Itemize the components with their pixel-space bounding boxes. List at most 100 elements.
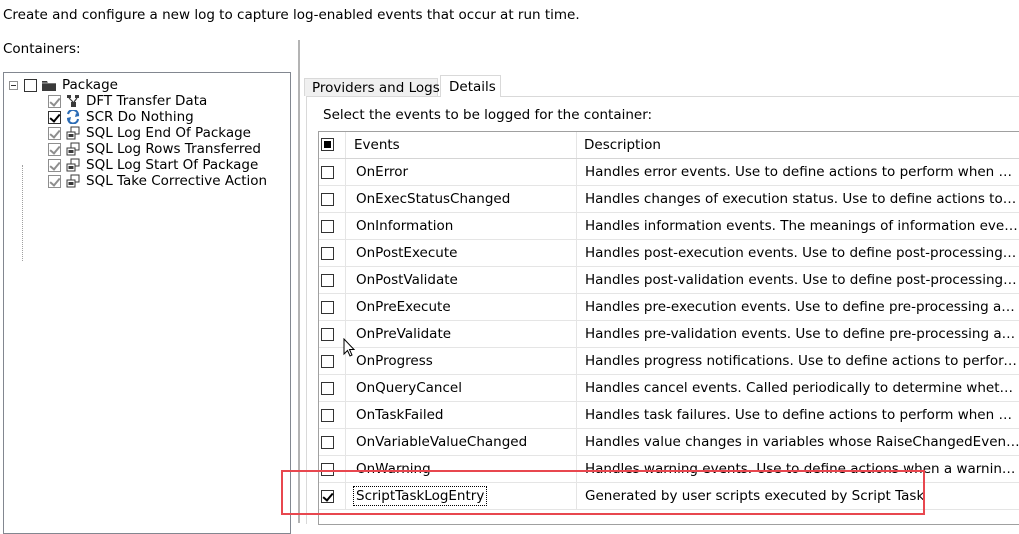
tree-node-label: SQL Log Start Of Package	[86, 157, 259, 173]
table-row[interactable]: OnPostExecute Handles post-execution even…	[319, 240, 1019, 267]
event-name-cell[interactable]: OnTaskFailed	[346, 402, 577, 428]
description-column-header[interactable]: Description	[577, 132, 1019, 158]
event-checkbox[interactable]	[321, 409, 334, 422]
event-name: OnError	[356, 164, 409, 180]
tree-node-label: SQL Log Rows Transferred	[86, 141, 261, 157]
panel-splitter[interactable]	[298, 40, 300, 523]
sql-task-icon	[66, 126, 80, 140]
tab-details[interactable]: Details	[440, 75, 501, 97]
event-name: OnProgress	[356, 353, 433, 369]
event-name-cell[interactable]: OnQueryCancel	[346, 375, 577, 401]
event-checkbox[interactable]	[321, 382, 334, 395]
row-checkbox-cell[interactable]	[319, 429, 346, 455]
event-name-cell[interactable]: OnPostValidate	[346, 267, 577, 293]
row-checkbox-cell[interactable]	[319, 240, 346, 266]
table-row[interactable]: OnVariableValueChanged Handles value chan…	[319, 429, 1019, 456]
table-row[interactable]: OnInformation Handles information events.…	[319, 213, 1019, 240]
row-checkbox-cell[interactable]	[319, 267, 346, 293]
table-row[interactable]: OnError Handles error events. Use to defi…	[319, 159, 1019, 186]
tree-connector-line	[22, 165, 23, 261]
event-description-cell[interactable]: Handles information events. The meanings…	[577, 213, 1019, 239]
tree-checkbox[interactable]	[48, 174, 61, 188]
event-checkbox[interactable]	[321, 193, 334, 206]
select-all-header[interactable]	[319, 132, 346, 158]
row-checkbox-cell[interactable]	[319, 402, 346, 428]
event-description-cell[interactable]: Handles task failures. Use to define act…	[577, 402, 1019, 428]
event-name-cell[interactable]: OnPreValidate	[346, 321, 577, 347]
grid-header: Events Description	[319, 132, 1019, 159]
tree-checkbox[interactable]	[48, 110, 61, 124]
event-checkbox[interactable]	[321, 328, 334, 341]
row-checkbox-cell[interactable]	[319, 348, 346, 374]
table-row[interactable]: OnPostValidate Handles post-validation ev…	[319, 267, 1019, 294]
row-checkbox-cell[interactable]	[319, 213, 346, 239]
sql-task-icon	[66, 158, 80, 172]
event-name-cell[interactable]: OnInformation	[346, 213, 577, 239]
event-description-cell[interactable]: Handles post-validation events. Use to d…	[577, 267, 1019, 293]
table-row[interactable]: OnPreValidate Handles pre-validation even…	[319, 321, 1019, 348]
event-name-cell[interactable]: OnProgress	[346, 348, 577, 374]
row-checkbox-cell[interactable]	[319, 375, 346, 401]
event-checkbox[interactable]	[321, 436, 334, 449]
row-checkbox-cell[interactable]	[319, 159, 346, 185]
event-name: OnPostExecute	[356, 245, 458, 261]
event-name-cell[interactable]: OnExecStatusChanged	[346, 186, 577, 212]
tree-checkbox[interactable]	[48, 126, 61, 140]
package-icon	[42, 81, 56, 91]
event-description-cell[interactable]: Handles post-execution events. Use to de…	[577, 240, 1019, 266]
tree-node[interactable]: SQL Take Corrective Action	[48, 173, 267, 189]
events-grid[interactable]: Events Description OnError Handles error …	[318, 131, 1019, 525]
row-checkbox-cell[interactable]	[319, 294, 346, 320]
table-row[interactable]: OnProgress Handles progress notifications…	[319, 348, 1019, 375]
event-name-cell[interactable]: OnPostExecute	[346, 240, 577, 266]
event-description-cell[interactable]: Handles changes of execution status. Use…	[577, 186, 1019, 212]
sql-task-icon	[66, 174, 80, 188]
event-description-cell[interactable]: Handles pre-validation events. Use to de…	[577, 321, 1019, 347]
events-column-header[interactable]: Events	[346, 132, 577, 158]
table-row[interactable]: OnTaskFailed Handles task failures. Use t…	[319, 402, 1019, 429]
event-name: OnVariableValueChanged	[356, 434, 528, 450]
tree-node[interactable]: DFT Transfer Data	[48, 93, 207, 109]
row-checkbox-cell[interactable]	[319, 321, 346, 347]
event-name: OnInformation	[356, 218, 454, 234]
containers-label: Containers:	[3, 41, 81, 57]
containers-tree[interactable]: Package DFT Transfer Data SCR Do Nothing S…	[3, 72, 291, 534]
table-row[interactable]: OnQueryCancel Handles cancel events. Call…	[319, 375, 1019, 402]
tree-node-label: SQL Log End Of Package	[86, 125, 251, 141]
tree-node-label: Package	[62, 77, 118, 93]
event-name: OnExecStatusChanged	[356, 191, 511, 207]
event-name-cell[interactable]: OnError	[346, 159, 577, 185]
event-checkbox[interactable]	[321, 166, 334, 179]
tree-node-label: DFT Transfer Data	[86, 93, 208, 109]
event-name-cell[interactable]: OnPreExecute	[346, 294, 577, 320]
tree-checkbox[interactable]	[48, 158, 61, 172]
event-name-cell[interactable]: OnVariableValueChanged	[346, 429, 577, 455]
tree-checkbox-package[interactable]	[24, 78, 37, 92]
event-checkbox[interactable]	[321, 247, 334, 260]
event-name: OnPreExecute	[356, 299, 451, 315]
collapse-icon[interactable]	[9, 80, 18, 90]
tree-node[interactable]: SQL Log Rows Transferred	[48, 141, 261, 157]
event-description-cell[interactable]: Handles pre-execution events. Use to def…	[577, 294, 1019, 320]
grid-instructions: Select the events to be logged for the c…	[323, 107, 653, 123]
tab-providers-and-logs[interactable]: Providers and Logs	[304, 78, 440, 96]
tree-node[interactable]: SQL Log End Of Package	[48, 125, 251, 141]
table-row[interactable]: OnPreExecute Handles pre-execution events…	[319, 294, 1019, 321]
event-description-cell[interactable]: Handles cancel events. Called periodical…	[577, 375, 1019, 401]
row-checkbox-cell[interactable]	[319, 186, 346, 212]
select-all-checkbox[interactable]	[321, 138, 334, 151]
tree-node-package[interactable]: Package	[9, 77, 118, 93]
tree-node[interactable]: SQL Log Start Of Package	[48, 157, 258, 173]
event-checkbox[interactable]	[321, 301, 334, 314]
event-description-cell[interactable]: Handles progress notifications. Use to d…	[577, 348, 1019, 374]
tree-checkbox[interactable]	[48, 94, 61, 108]
tree-checkbox[interactable]	[48, 142, 61, 156]
event-description-cell[interactable]: Handles error events. Use to define acti…	[577, 159, 1019, 185]
tree-node[interactable]: SCR Do Nothing	[48, 109, 194, 125]
event-checkbox[interactable]	[321, 355, 334, 368]
event-checkbox[interactable]	[321, 220, 334, 233]
table-row[interactable]: OnExecStatusChanged Handles changes of ex…	[319, 186, 1019, 213]
tree-node-label: SCR Do Nothing	[86, 109, 194, 125]
event-checkbox[interactable]	[321, 274, 334, 287]
event-description-cell[interactable]: Handles value changes in variables whose…	[577, 429, 1019, 455]
